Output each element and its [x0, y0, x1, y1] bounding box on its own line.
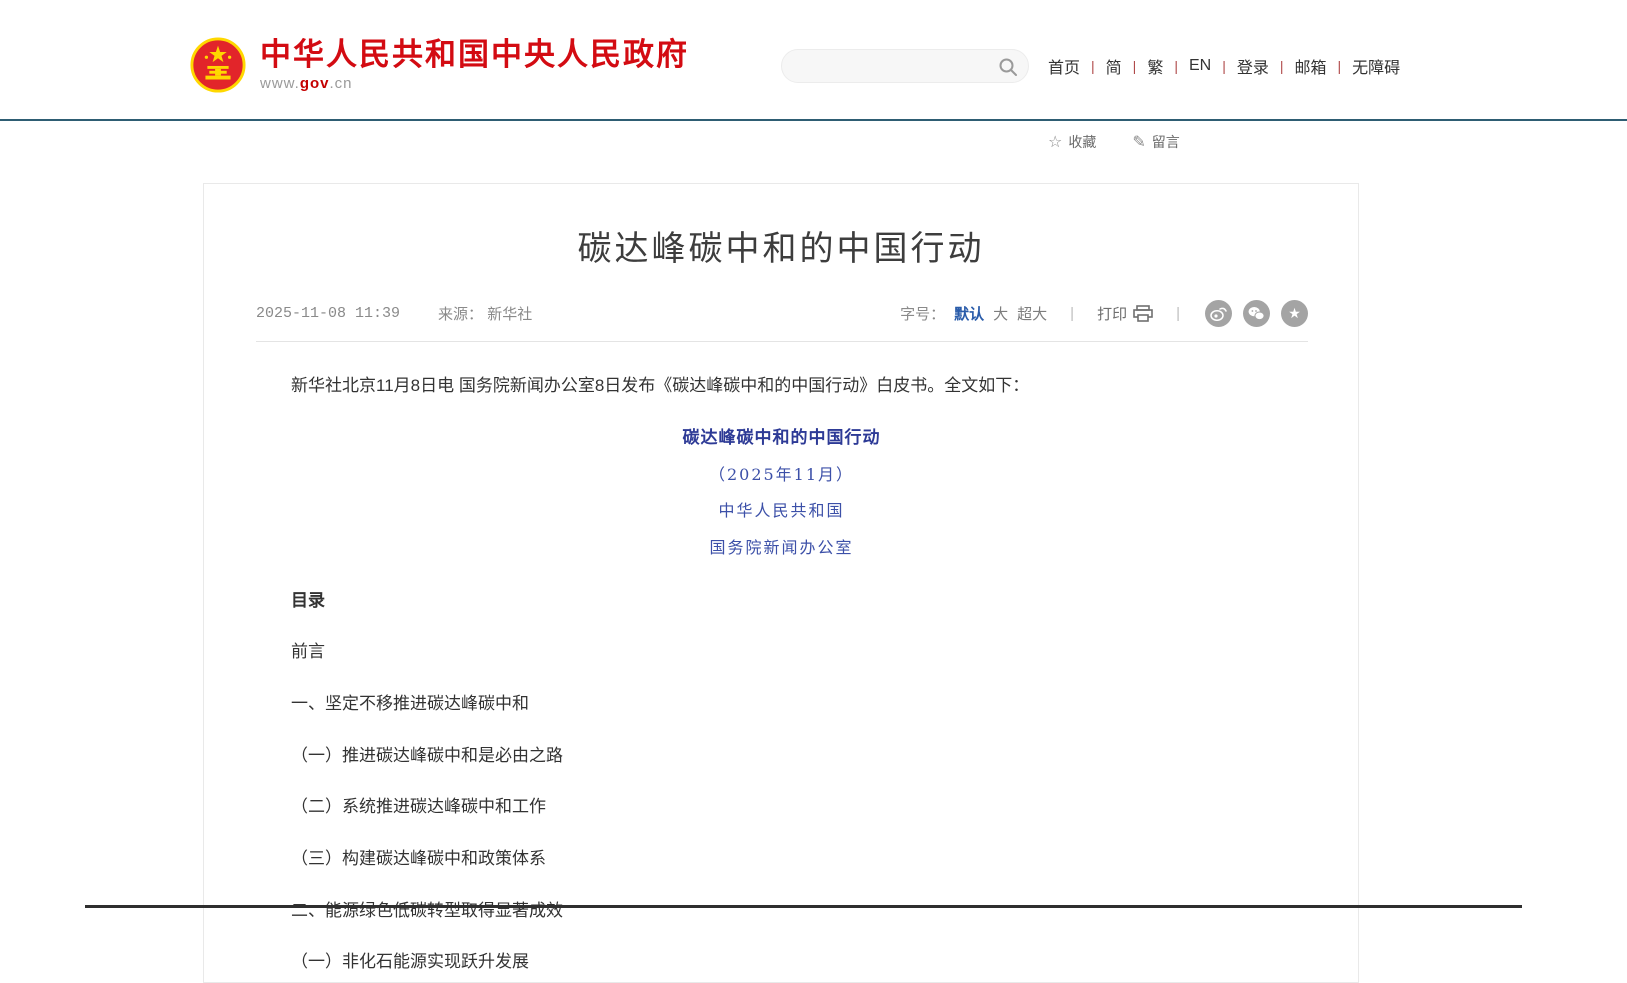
comment-button[interactable]: ✎ 留言: [1132, 132, 1179, 152]
article-meta-bar: 2025-11-08 11:39 来源： 新华社 字号： 默认 大 超大 | 打…: [256, 300, 1308, 342]
nav-login[interactable]: 登录: [1234, 54, 1272, 78]
printer-icon: [1133, 305, 1153, 323]
nav-separator: |: [1174, 58, 1178, 74]
site-url: www.gov.cn: [260, 75, 689, 92]
nav-separator: |: [1222, 58, 1226, 74]
meta-divider: |: [1070, 305, 1074, 322]
nav-home[interactable]: 首页: [1045, 54, 1083, 78]
article-body: 新华社北京11月8日电 国务院新闻办公室8日发布《碳达峰碳中和的中国行动》白皮书…: [291, 374, 1272, 975]
site-url-gov: gov: [300, 75, 330, 92]
source-value[interactable]: 新华社: [487, 306, 532, 323]
bottom-divider: [85, 905, 1522, 908]
favorite-label: 收藏: [1068, 132, 1096, 152]
nav-accessibility[interactable]: 无障碍: [1349, 54, 1403, 78]
article-container: 碳达峰碳中和的中国行动 2025-11-08 11:39 来源： 新华社 字号：…: [203, 183, 1359, 983]
document-author-line2: 国务院新闻办公室: [291, 536, 1272, 559]
nav-separator: |: [1133, 58, 1137, 74]
print-label: 打印: [1097, 303, 1127, 324]
site-url-cn: .cn: [330, 75, 353, 92]
nav-english[interactable]: EN: [1186, 57, 1214, 75]
favorite-button[interactable]: ☆ 收藏: [1048, 132, 1096, 152]
document-heading-block: 碳达峰碳中和的中国行动 （2025年11月） 中华人民共和国 国务院新闻办公室: [291, 426, 1272, 559]
toc-item: 前言: [291, 640, 1272, 665]
document-title: 碳达峰碳中和的中国行动: [291, 426, 1272, 451]
toc-item: （一）非化石能源实现跃升发展: [291, 950, 1272, 975]
meta-divider: |: [1176, 305, 1180, 322]
star-share-icon[interactable]: ★: [1281, 300, 1308, 327]
toc-item: （一）推进碳达峰碳中和是必由之路: [291, 744, 1272, 769]
toc-item: 一、坚定不移推进碳达峰碳中和: [291, 692, 1272, 717]
wechat-share-icon[interactable]: [1243, 300, 1270, 327]
share-buttons: ★: [1205, 300, 1308, 327]
article-title: 碳达峰碳中和的中国行动: [204, 221, 1358, 270]
search-box[interactable]: [781, 49, 1029, 83]
quick-actions-bar: ☆ 收藏 ✎ 留言: [1048, 132, 1180, 152]
font-size-xlarge-button[interactable]: 超大: [1017, 303, 1047, 324]
site-url-www: www.: [260, 75, 300, 92]
nav-traditional-chinese[interactable]: 繁: [1144, 54, 1166, 78]
toc-item: （三）构建碳达峰碳中和政策体系: [291, 847, 1272, 872]
toc-heading: 目录: [291, 589, 1272, 614]
search-icon[interactable]: [998, 57, 1018, 77]
toc-item: 二、能源绿色低碳转型取得显著成效: [291, 899, 1272, 924]
document-author-line1: 中华人民共和国: [291, 499, 1272, 522]
nav-simplified-chinese[interactable]: 简: [1103, 54, 1125, 78]
intro-paragraph: 新华社北京11月8日电 国务院新闻办公室8日发布《碳达峰碳中和的中国行动》白皮书…: [291, 374, 1272, 399]
toc-item: （二）系统推进碳达峰碳中和工作: [291, 795, 1272, 820]
print-button[interactable]: 打印: [1097, 303, 1153, 324]
font-size-large-button[interactable]: 大: [993, 303, 1008, 324]
star-outline-icon: ☆: [1048, 132, 1062, 152]
search-input[interactable]: [798, 50, 993, 82]
document-date: （2025年11月）: [291, 463, 1272, 486]
national-emblem-logo: [189, 36, 247, 94]
pencil-icon: ✎: [1132, 132, 1145, 152]
nav-mail[interactable]: 邮箱: [1292, 54, 1330, 78]
publish-date: 2025-11-08 11:39: [256, 305, 400, 322]
nav-separator: |: [1091, 58, 1095, 74]
nav-separator: |: [1338, 58, 1342, 74]
font-size-default-button[interactable]: 默认: [954, 303, 984, 324]
nav-separator: |: [1280, 58, 1284, 74]
comment-label: 留言: [1152, 132, 1180, 152]
article-meta-left: 2025-11-08 11:39 来源： 新华社: [256, 303, 532, 324]
site-header: 中华人民共和国中央人民政府 www.gov.cn 首页 | 简 | 繁 | EN…: [0, 0, 1627, 121]
top-navigation: 首页 | 简 | 繁 | EN | 登录 | 邮箱 | 无障碍: [1045, 54, 1403, 78]
article-meta-right: 字号： 默认 大 超大 | 打印 |: [900, 300, 1308, 327]
site-brand[interactable]: 中华人民共和国中央人民政府 www.gov.cn: [189, 36, 689, 94]
weibo-share-icon[interactable]: [1205, 300, 1232, 327]
font-size-label: 字号：: [900, 303, 945, 324]
source-label: 来源：: [438, 306, 483, 323]
site-title: 中华人民共和国中央人民政府: [260, 38, 689, 72]
article-source: 来源： 新华社: [438, 303, 532, 324]
